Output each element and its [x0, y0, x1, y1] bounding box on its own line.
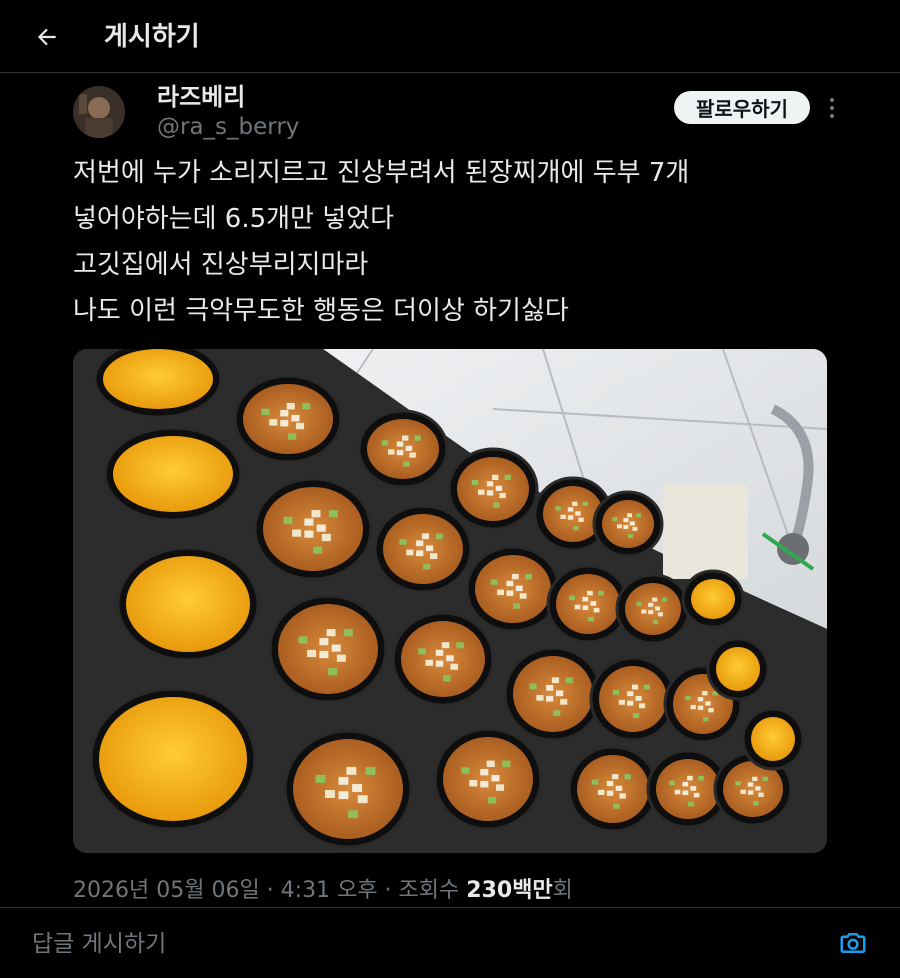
follow-button[interactable]: 팔로우하기 [674, 91, 810, 124]
tweet-time[interactable]: 4:31 오후 [281, 878, 378, 903]
views-label: 조회수 [398, 878, 467, 903]
tweet-photo[interactable] [73, 349, 827, 853]
reply-input[interactable]: 답글 게시하기 [32, 924, 166, 964]
tweet-text: 저번에 누가 소리지르고 진상부려서 된장찌개에 두부 7개 넣어야하는데 6.… [73, 150, 863, 334]
tweet-line: 고깃집에서 진상부리지마라 [73, 250, 369, 280]
tweet-line: 나도 이런 극악무도한 행동은 더이상 하기싫다 [73, 296, 569, 326]
meta-separator: · [377, 878, 399, 903]
tweet-date[interactable]: 2026년 05월 06일 [73, 878, 260, 903]
meta-separator: · [259, 878, 281, 903]
views-suffix: 회 [552, 878, 573, 903]
page-title: 게시하기 [104, 22, 200, 52]
more-options-button[interactable] [820, 92, 844, 124]
top-bar: 게시하기 [0, 0, 900, 73]
back-arrow-icon [37, 28, 56, 46]
author-display-name[interactable]: 라즈베리 [157, 80, 245, 114]
avatar[interactable] [73, 86, 125, 138]
tweet-line: 넣어야하는데 6.5개만 넣었다 [73, 204, 394, 234]
tweet-meta: 2026년 05월 06일 · 4:31 오후 · 조회수 230백만회 [73, 874, 573, 908]
camera-icon [840, 933, 866, 953]
back-button[interactable] [30, 20, 64, 54]
views-count: 230백만 [466, 878, 553, 903]
more-dots-icon [830, 98, 834, 118]
divider [0, 907, 900, 908]
tweet-line: 저번에 누가 소리지르고 진상부려서 된장찌개에 두부 7개 [73, 158, 690, 188]
author-handle[interactable]: @ra_s_berry [157, 111, 299, 143]
camera-button[interactable] [838, 928, 868, 958]
